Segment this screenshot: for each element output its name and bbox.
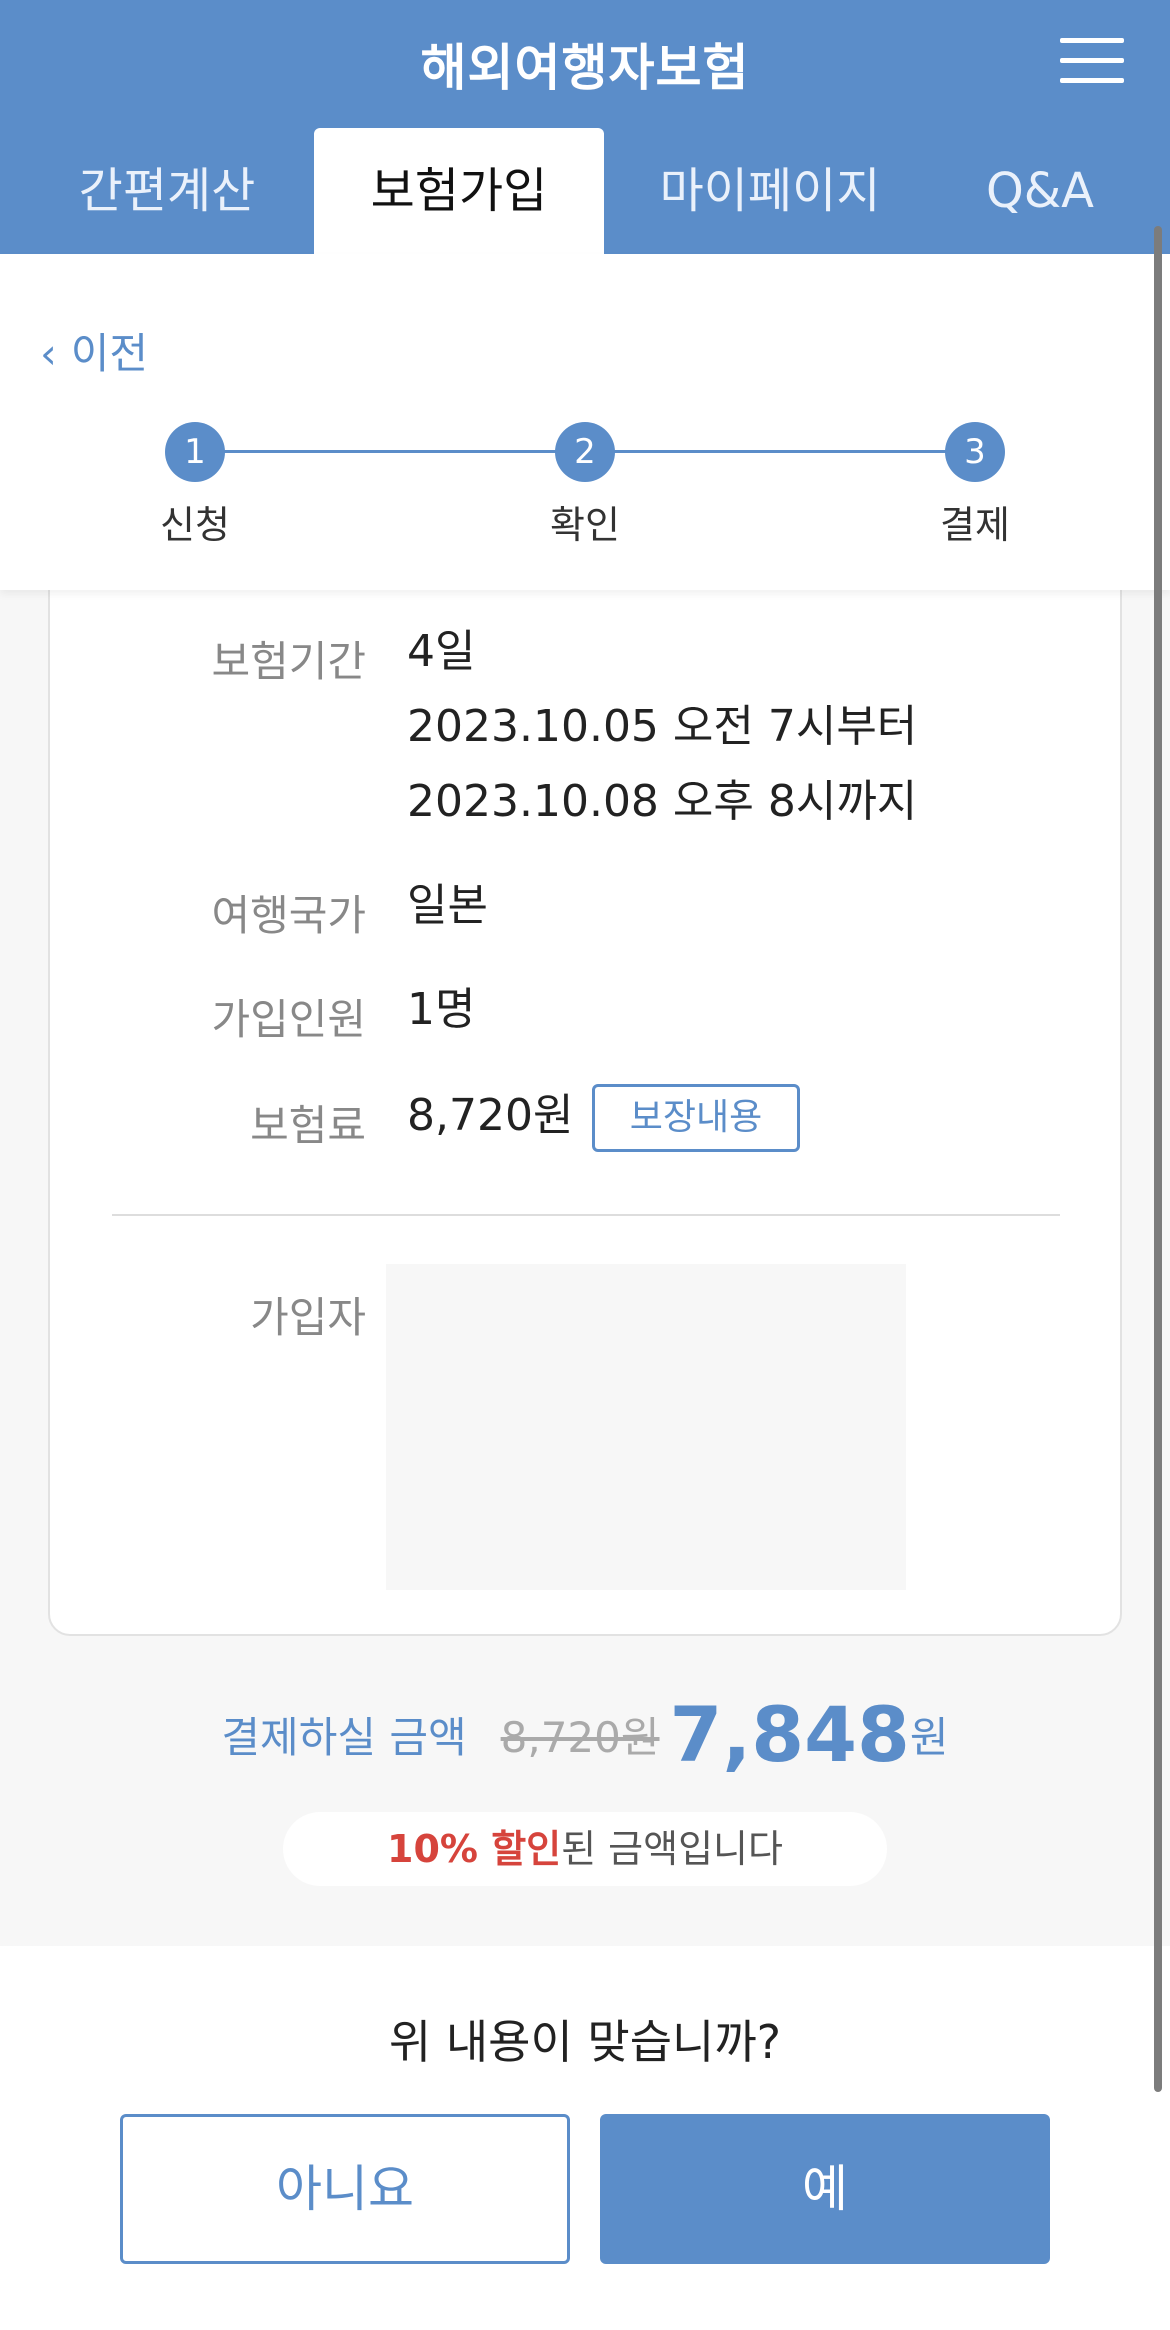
discount-text: 된 금액입니다 xyxy=(561,1827,783,1871)
no-button[interactable]: 아니요 xyxy=(120,2114,570,2264)
premium-value: 8,720원 xyxy=(407,1090,574,1141)
app-header: 해외여행자보험 간편계산 보험가입 마이페이지 Q&A xyxy=(0,0,1170,254)
applicant-info-box xyxy=(386,1264,906,1590)
back-label: 이전 xyxy=(70,329,149,378)
tab-quick-calc[interactable]: 간편계산 xyxy=(22,128,312,254)
people-value: 1명 xyxy=(407,984,476,1035)
step-2-indicator: 2 xyxy=(555,422,615,482)
scrollbar[interactable] xyxy=(1154,226,1162,2092)
back-button[interactable]: ‹ 이전 xyxy=(40,320,148,381)
step-2-label: 확인 xyxy=(550,503,620,547)
people-label: 가입인원 xyxy=(211,995,366,1044)
tab-mypage[interactable]: 마이페이지 xyxy=(620,128,920,254)
payment-label: 결제하실 금액 xyxy=(221,1713,467,1762)
tab-qna[interactable]: Q&A xyxy=(940,128,1140,254)
hamburger-menu-icon[interactable] xyxy=(1060,36,1124,86)
step-3-indicator: 3 xyxy=(945,422,1005,482)
payment-summary: 결제하실 금액 8,720원 7,848원 xyxy=(0,1690,1170,1779)
period-days: 4일 xyxy=(407,626,476,677)
step-3-label: 결제 xyxy=(940,503,1010,547)
country-label: 여행국가 xyxy=(211,891,366,940)
step-1-indicator: 1 xyxy=(165,422,225,482)
tab-insurance-signup[interactable]: 보험가입 xyxy=(314,128,604,254)
period-start: 2023.10.05 오전 7시부터 xyxy=(407,701,918,752)
confirm-section: 위 내용이 맞습니까? 아니요 예 xyxy=(0,1946,1170,2330)
original-price: 8,720원 xyxy=(500,1713,660,1762)
coverage-details-button[interactable]: 보장내용 xyxy=(592,1084,800,1152)
country-value: 일본 xyxy=(407,880,488,931)
final-price: 7,848 xyxy=(669,1690,910,1779)
chevron-left-icon: ‹ xyxy=(40,329,57,378)
divider xyxy=(112,1214,1060,1216)
app-title: 해외여행자보험 xyxy=(420,39,750,97)
progress-area: ‹ 이전 1 2 3 신청 확인 결제 xyxy=(0,254,1170,590)
period-end: 2023.10.08 오후 8시까지 xyxy=(407,776,918,827)
premium-label: 보험료 xyxy=(250,1101,366,1150)
yes-button[interactable]: 예 xyxy=(600,2114,1050,2264)
step-1-label: 신청 xyxy=(160,503,230,547)
applicant-label: 가입자 xyxy=(250,1293,366,1342)
discount-highlight: 10% 할인 xyxy=(387,1827,562,1871)
detail-card: 보험기간 4일 2023.10.05 오전 7시부터 2023.10.08 오후… xyxy=(48,560,1122,1636)
final-price-unit: 원 xyxy=(909,1713,949,1762)
discount-badge: 10% 할인된 금액입니다 xyxy=(283,1812,887,1886)
confirm-question: 위 내용이 맞습니까? xyxy=(388,2015,782,2069)
period-label: 보험기간 xyxy=(211,637,366,686)
